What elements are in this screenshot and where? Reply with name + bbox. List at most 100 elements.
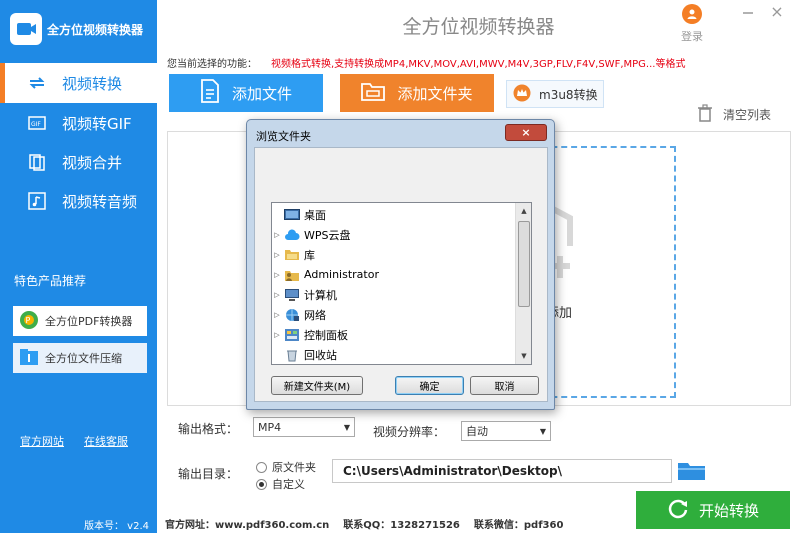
radio-custom-folder[interactable]: 自定义 <box>256 476 305 492</box>
cloud-icon <box>284 228 300 242</box>
folder-tree[interactable]: 桌面 ▷ WPS云盘 ▷ 库 ▷ Administrator ▷ 计算机 ▷ 网… <box>271 202 532 365</box>
m3u8-convert-button[interactable]: m3u8转换 <box>506 80 604 108</box>
folder-icon <box>361 81 386 105</box>
sidebar-item-video-to-audio[interactable]: 视频转音频 <box>0 181 157 221</box>
close-window-button[interactable]: × <box>769 4 785 20</box>
sidebar-item-video-convert[interactable]: 视频转换 <box>0 63 157 103</box>
add-file-button[interactable]: 添加文件 <box>169 74 323 112</box>
control-panel-icon <box>284 328 300 342</box>
browse-folder-button[interactable] <box>677 459 707 481</box>
scroll-thumb[interactable] <box>518 221 530 307</box>
sidebar-item-video-merge[interactable]: 视频合并 <box>0 142 157 182</box>
app-logo: 全方位视频转换器 <box>10 13 143 45</box>
output-path-input[interactable]: C:\Users\Administrator\Desktop\ <box>332 459 672 483</box>
new-folder-button[interactable]: 新建文件夹(M) <box>271 376 363 395</box>
add-folder-label: 添加文件夹 <box>397 84 473 103</box>
output-format-value: MP4 <box>258 420 282 434</box>
tree-label: 控制面板 <box>304 328 348 342</box>
product-label: 全方位PDF转换器 <box>45 315 133 328</box>
add-file-label: 添加文件 <box>231 84 292 103</box>
sidebar-item-label: 视频转换 <box>62 74 123 93</box>
minimize-button[interactable] <box>741 6 755 20</box>
tree-item-computer[interactable]: ▷ 计算机 <box>272 285 337 304</box>
start-label: 开始转换 <box>698 501 759 520</box>
svg-text:GIF: GIF <box>31 121 41 128</box>
support-link[interactable]: 在线客服 <box>84 433 128 449</box>
radio-original-folder[interactable]: 原文件夹 <box>256 459 316 475</box>
resolution-label: 视频分辨率： <box>373 425 446 439</box>
footer-website: 官方网址：www.pdf360.com.cn <box>165 520 330 531</box>
tree-item-library[interactable]: ▷ 库 <box>272 245 315 264</box>
video-logo-icon <box>10 13 42 45</box>
product-file-compress-button[interactable]: 全方位文件压缩 <box>13 343 147 373</box>
version-label: 版本号： v2.4 <box>84 521 149 532</box>
output-dir-label: 输出目录： <box>178 467 239 481</box>
user-folder-icon <box>284 268 300 282</box>
start-convert-button[interactable]: 开始转换 <box>636 491 790 529</box>
expand-arrow-icon[interactable]: ▷ <box>272 231 282 239</box>
footer: 官方网址：www.pdf360.com.cn 联系QQ：1328271526 联… <box>165 516 563 531</box>
expand-arrow-icon[interactable]: ▷ <box>272 311 282 319</box>
pdf-app-icon: P <box>19 310 39 333</box>
cancel-button[interactable]: 取消 <box>470 376 539 395</box>
sidebar-item-label: 视频转音频 <box>62 192 138 211</box>
tree-scrollbar[interactable]: ▲ ▼ <box>515 203 531 364</box>
crown-icon <box>513 84 531 105</box>
expand-arrow-icon[interactable]: ▷ <box>272 331 282 339</box>
product-pdf-converter-button[interactable]: P 全方位PDF转换器 <box>13 306 147 336</box>
expand-arrow-icon[interactable]: ▷ <box>272 271 282 279</box>
tree-item-network[interactable]: ▷ 网络 <box>272 305 326 324</box>
add-folder-button[interactable]: 添加文件夹 <box>340 74 494 112</box>
tree-label: 网络 <box>304 308 326 322</box>
radio-label: 自定义 <box>272 478 305 491</box>
radio-circle[interactable] <box>256 478 267 490</box>
product-label: 全方位文件压缩 <box>45 352 122 365</box>
output-format-select[interactable]: MP4 ▼ <box>253 417 355 437</box>
login-label: 登录 <box>681 30 703 43</box>
chevron-down-icon: ▼ <box>539 426 546 436</box>
tree-item-wps-cloud[interactable]: ▷ WPS云盘 <box>272 225 351 244</box>
sidebar-item-label: 视频转GIF <box>62 114 132 133</box>
function-description: 您当前选择的功能： 视频格式转换,支持转换成MP4,MKV,MOV,AVI,MWV… <box>167 55 685 70</box>
file-icon <box>200 79 220 107</box>
folder-open-icon <box>678 463 705 480</box>
merge-icon <box>26 151 48 173</box>
dialog-close-button[interactable]: × <box>505 124 547 141</box>
convert-icon <box>26 72 48 94</box>
radio-circle[interactable] <box>256 461 267 473</box>
sidebar: 全方位视频转换器 视频转换 GIF 视频转GIF 视频合并 视频转音频 特色产品… <box>0 0 157 533</box>
network-icon <box>284 308 300 322</box>
chevron-down-icon: ▼ <box>343 422 350 432</box>
scroll-up-arrow-icon[interactable]: ▲ <box>516 203 531 219</box>
clear-list-label: 清空列表 <box>723 108 772 122</box>
featured-products-title: 特色产品推荐 <box>14 274 87 288</box>
login-button[interactable]: 登录 <box>677 4 707 44</box>
resolution-value: 自动 <box>466 425 488 438</box>
music-icon <box>26 190 48 212</box>
tree-item-desktop[interactable]: 桌面 <box>272 205 326 224</box>
expand-arrow-icon[interactable]: ▷ <box>272 251 282 259</box>
logo-text: 全方位视频转换器 <box>47 22 144 37</box>
tree-label: 库 <box>304 248 315 262</box>
title-bar: 全方位视频转换器 登录 × <box>157 0 800 46</box>
dialog-title: 浏览文件夹 <box>256 130 311 143</box>
tree-label: 桌面 <box>304 208 326 222</box>
ok-button[interactable]: 确定 <box>395 376 464 395</box>
clear-list-button[interactable]: 清空列表 <box>697 104 771 125</box>
user-icon <box>682 4 702 24</box>
expand-arrow-icon[interactable]: ▷ <box>272 291 282 299</box>
scroll-down-arrow-icon[interactable]: ▼ <box>516 348 531 364</box>
svg-text:P: P <box>26 316 31 325</box>
tree-item-recycle-bin[interactable]: 回收站 <box>272 345 337 364</box>
desktop-icon <box>284 208 300 222</box>
tree-label: WPS云盘 <box>304 228 351 242</box>
tree-item-administrator[interactable]: ▷ Administrator <box>272 265 379 284</box>
trash-icon <box>697 104 713 125</box>
tree-item-control-panel[interactable]: ▷ 控制面板 <box>272 325 348 344</box>
website-link[interactable]: 官方网站 <box>20 433 64 449</box>
browse-folder-dialog: 浏览文件夹 × 桌面 ▷ WPS云盘 ▷ 库 ▷ Administrator ▷… <box>246 119 555 410</box>
sidebar-item-video-to-gif[interactable]: GIF 视频转GIF <box>0 103 157 143</box>
sidebar-item-label: 视频合并 <box>62 153 123 172</box>
recycle-bin-icon <box>284 348 300 362</box>
resolution-select[interactable]: 自动 ▼ <box>461 421 551 441</box>
